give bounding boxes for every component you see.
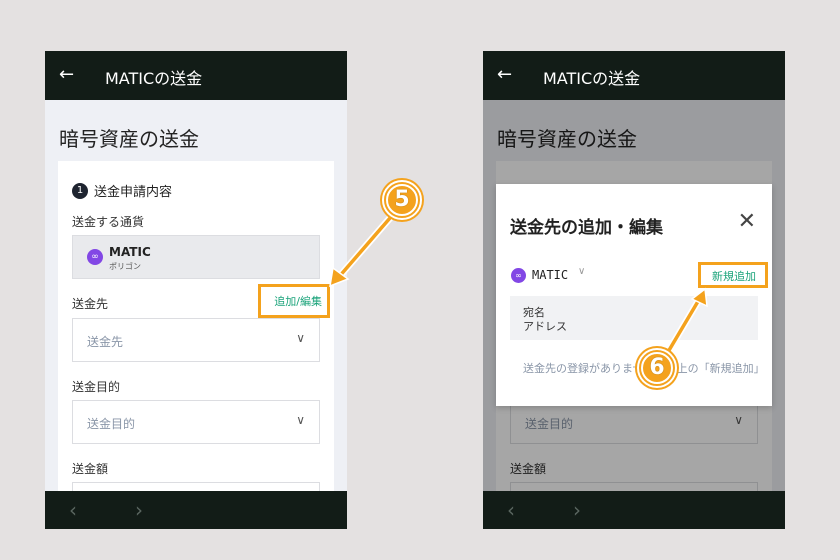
polygon-coin-icon: ∞ [87, 249, 103, 265]
close-icon[interactable]: ✕ [738, 211, 756, 233]
app-header: ← MATICの送金 [45, 51, 347, 100]
header-title: MATICの送金 [543, 69, 641, 88]
table-header: 宛名 アドレス [510, 296, 758, 340]
nav-forward-icon[interactable]: › [135, 498, 143, 522]
purpose-select[interactable]: 送金目的 ∨ [72, 400, 320, 444]
polygon-coin-icon: ∞ [511, 268, 526, 283]
transfer-form-card: 1 送金申請内容 送金する通貨 ∞ MATIC ポリゴン 送金先 追加/編集 送… [58, 161, 334, 529]
destination-modal: 送金先の追加・編集 ✕ ∞ MATIC ∨ 新規追加 宛名 アドレス 送金先の登… [496, 184, 772, 406]
chevron-down-icon: ∨ [296, 413, 305, 427]
modal-title: 送金先の追加・編集 [510, 218, 663, 238]
currency-display: ∞ MATIC ポリゴン [72, 235, 320, 279]
browser-nav-bar: ‹ › [45, 491, 347, 529]
step-heading: 1 送金申請内容 [72, 181, 172, 200]
back-arrow-icon[interactable]: ← [59, 64, 81, 86]
amount-label: 送金額 [72, 462, 109, 476]
phone-screen-right: ← MATICの送金 暗号資産の送金 送金目的 ∨ 送金額 送金先の追加・編集 … [483, 51, 785, 529]
app-header: ← MATICの送金 [483, 51, 785, 100]
step-label: 送金申請内容 [94, 185, 173, 200]
header-title: MATICの送金 [105, 69, 203, 88]
currency-label: 送金する通貨 [72, 215, 145, 229]
highlight-add-edit [258, 284, 330, 318]
purpose-label: 送金目的 [72, 380, 121, 394]
nav-back-icon[interactable]: ‹ [507, 498, 515, 522]
step-number: 1 [72, 182, 88, 199]
nav-forward-icon[interactable]: › [573, 498, 581, 522]
step-badge-5: 5 [382, 180, 422, 220]
highlight-new-add [698, 262, 768, 288]
coin-subname: ポリゴン [109, 262, 141, 271]
page-title: 暗号資産の送金 [59, 127, 199, 151]
destination-label: 送金先 [72, 297, 109, 311]
destination-placeholder: 送金先 [87, 335, 124, 349]
badge-number: 6 [641, 352, 673, 384]
step-badge-6: 6 [637, 348, 677, 388]
nav-back-icon[interactable]: ‹ [69, 498, 77, 522]
chevron-down-icon[interactable]: ∨ [578, 266, 585, 277]
column-header-address: アドレス [523, 320, 567, 333]
badge-number: 5 [386, 184, 418, 216]
back-arrow-icon[interactable]: ← [497, 64, 519, 86]
chevron-down-icon: ∨ [296, 331, 305, 345]
coin-name: MATIC [109, 245, 151, 259]
destination-select[interactable]: 送金先 ∨ [72, 318, 320, 362]
modal-coin-selector[interactable]: MATIC [532, 268, 568, 282]
purpose-placeholder: 送金目的 [87, 417, 136, 431]
browser-nav-bar: ‹ › [483, 491, 785, 529]
